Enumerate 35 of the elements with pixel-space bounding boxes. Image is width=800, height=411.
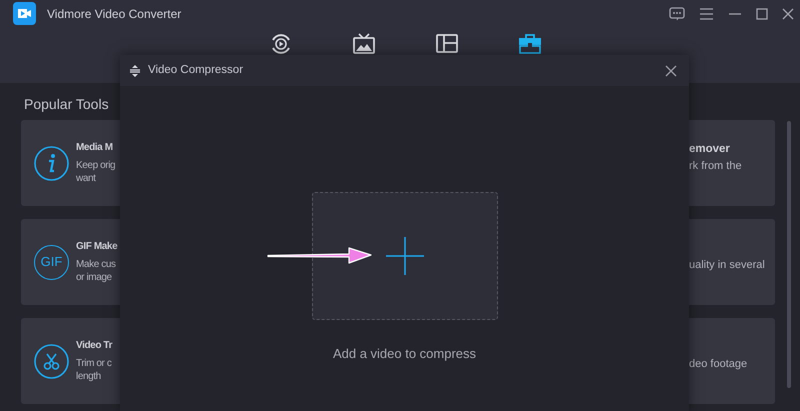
menu-icon[interactable] xyxy=(697,6,716,22)
tool-description: want xyxy=(76,172,97,185)
dialog-title: Video Compressor xyxy=(148,62,244,78)
drop-hint: Add a video to compress xyxy=(332,345,476,363)
tool-description: rk from the xyxy=(689,160,743,173)
info-icon xyxy=(34,146,69,180)
tool-card[interactable]: Media M Keep orig want xyxy=(21,120,120,206)
tool-description: or image xyxy=(76,271,113,284)
tool-card[interactable]: Video Tr Trim or c length xyxy=(21,318,120,404)
tool-description: uality in several xyxy=(689,259,766,272)
scrollbar[interactable] xyxy=(787,121,791,388)
gif-badge-icon: GIF xyxy=(34,244,69,280)
tool-description: length xyxy=(76,370,102,383)
app-logo-icon xyxy=(13,2,36,25)
tool-card[interactable]: GIF GIF Make Make cus or image xyxy=(21,219,120,305)
plus-icon xyxy=(386,237,424,275)
tool-description: Make cus xyxy=(76,258,117,271)
tool-title: Media M xyxy=(76,141,114,155)
compress-icon xyxy=(130,64,140,76)
close-icon[interactable] xyxy=(780,6,796,22)
tool-description: Keep orig xyxy=(76,159,116,172)
tool-title: emover xyxy=(689,142,731,156)
maximize-icon[interactable] xyxy=(754,6,770,22)
tool-title: Video Tr xyxy=(76,339,112,353)
window-title: Vidmore Video Converter xyxy=(47,6,182,22)
tool-description: Trim or c xyxy=(76,357,112,370)
tool-description: deo footage xyxy=(689,358,748,371)
tool-title: GIF Make xyxy=(76,240,118,254)
close-icon[interactable] xyxy=(665,64,677,76)
tool-card[interactable]: deo footage xyxy=(689,318,775,404)
tool-card[interactable]: emover rk from the xyxy=(689,120,775,206)
section-title: Popular Tools xyxy=(24,95,110,113)
scissors-icon xyxy=(34,344,69,378)
tool-card[interactable]: uality in several xyxy=(689,219,775,305)
feedback-icon[interactable] xyxy=(667,4,687,22)
